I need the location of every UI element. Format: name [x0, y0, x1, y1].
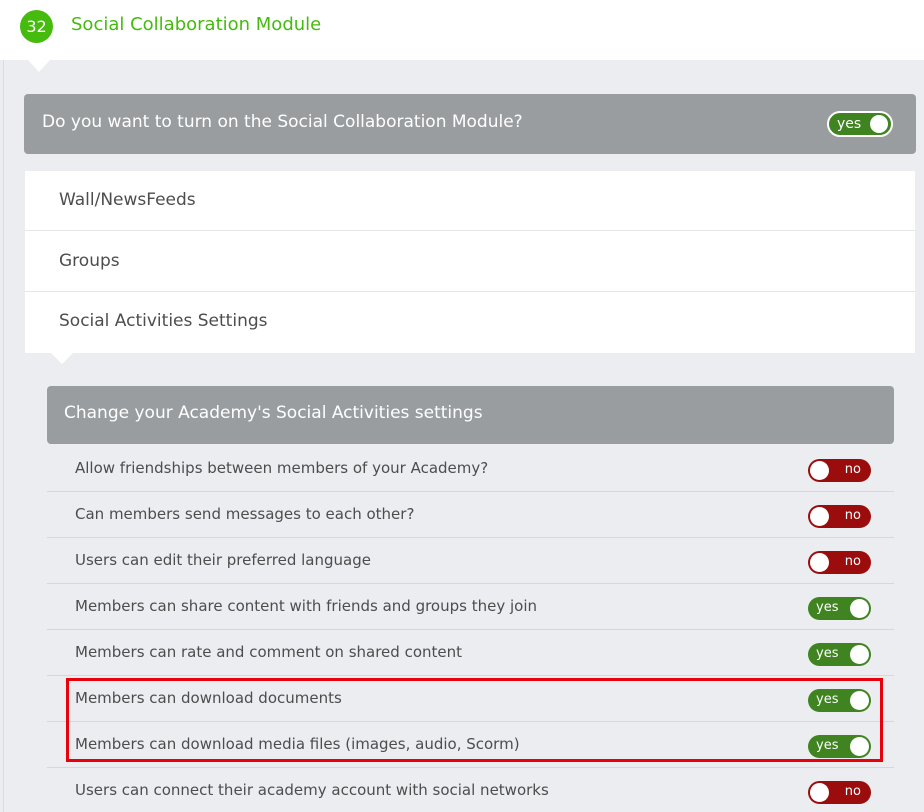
step-number-badge: 32: [20, 10, 53, 43]
module-activation-toggle[interactable]: yes: [827, 111, 893, 137]
toggle-knob: [810, 507, 829, 526]
setting-label: Users can connect their academy account …: [75, 781, 549, 799]
tab-label: Social Activities Settings: [59, 311, 268, 331]
messages-toggle[interactable]: no: [808, 505, 871, 528]
setting-row-language: Users can edit their preferred language …: [47, 538, 894, 584]
toggle-knob: [850, 645, 869, 664]
setting-row-friendships: Allow friendships between members of you…: [47, 446, 894, 492]
toggle-knob: [810, 783, 829, 802]
module-title: Social Collaboration Module: [71, 14, 322, 35]
setting-row-share-content: Members can share content with friends a…: [47, 584, 894, 630]
module-activation-bar: Do you want to turn on the Social Collab…: [24, 94, 916, 154]
tab-label: Wall/NewsFeeds: [59, 190, 196, 210]
share-content-toggle[interactable]: yes: [808, 597, 871, 620]
setting-label: Allow friendships between members of you…: [75, 459, 489, 477]
toggle-knob: [870, 115, 888, 133]
toggle-knob: [810, 553, 829, 572]
tab-groups[interactable]: Groups: [25, 232, 915, 292]
highlight-annotation-box: [66, 678, 883, 762]
social-networks-toggle[interactable]: no: [808, 781, 871, 804]
tab-label: Groups: [59, 251, 120, 271]
setting-label: Members can share content with friends a…: [75, 597, 538, 615]
setting-label: Members can rate and comment on shared c…: [75, 643, 463, 661]
toggle-label: no: [844, 462, 861, 477]
toggle-label: no: [844, 554, 861, 569]
setting-row-social-networks: Users can connect their academy account …: [47, 768, 894, 812]
module-activation-question: Do you want to turn on the Social Collab…: [42, 112, 523, 132]
module-header: 32 Social Collaboration Module: [0, 0, 924, 60]
toggle-label: no: [844, 784, 861, 799]
setting-row-rate-comment: Members can rate and comment on shared c…: [47, 630, 894, 676]
toggle-label: yes: [837, 116, 862, 132]
toggle-label: yes: [816, 600, 839, 615]
active-tab-caret-icon: [50, 352, 74, 364]
setting-label: Users can edit their preferred language: [75, 551, 371, 569]
setting-label: Can members send messages to each other?: [75, 505, 415, 523]
friendships-toggle[interactable]: no: [808, 459, 871, 482]
settings-panel-header: Change your Academy's Social Activities …: [47, 386, 894, 444]
toggle-knob: [810, 461, 829, 480]
left-border-line: [3, 0, 4, 812]
language-toggle[interactable]: no: [808, 551, 871, 574]
tab-social-activities-settings[interactable]: Social Activities Settings: [25, 292, 915, 352]
header-caret-icon: [28, 60, 50, 72]
settings-panel-title: Change your Academy's Social Activities …: [64, 403, 483, 423]
toggle-knob: [850, 599, 869, 618]
tab-wall-newsfeeds[interactable]: Wall/NewsFeeds: [25, 171, 915, 231]
setting-row-messages: Can members send messages to each other?…: [47, 492, 894, 538]
toggle-label: yes: [816, 646, 839, 661]
section-tabs: Wall/NewsFeeds Groups Social Activities …: [25, 171, 915, 353]
toggle-label: no: [844, 508, 861, 523]
rate-comment-toggle[interactable]: yes: [808, 643, 871, 666]
